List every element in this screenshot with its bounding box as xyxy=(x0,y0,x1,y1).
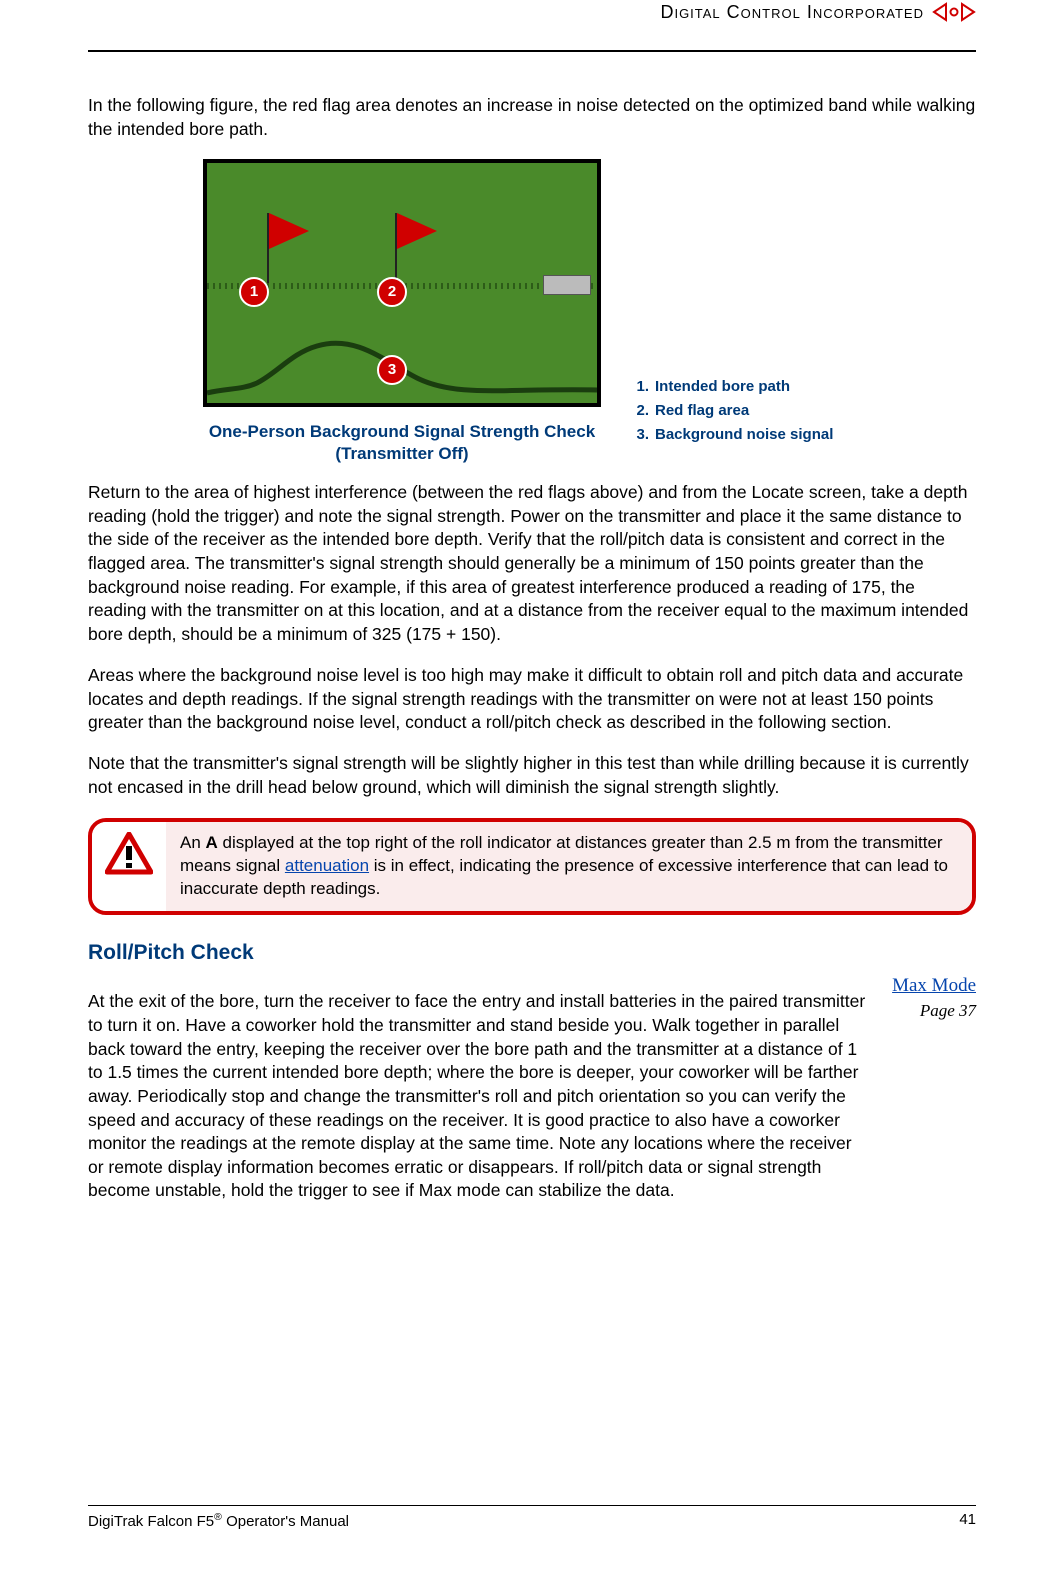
max-mode-link[interactable]: Max Mode xyxy=(892,975,976,996)
paragraph-rollpitch: At the exit of the bore, turn the receiv… xyxy=(88,990,868,1203)
footer-page-number: 41 xyxy=(959,1510,976,1532)
figure-signal-check: 1 2 3 xyxy=(203,159,601,407)
company-name: Digital Control Incorporated xyxy=(660,0,924,24)
warning-callout: An A displayed at the top right of the r… xyxy=(88,818,976,915)
callout-1: 1 xyxy=(239,277,269,307)
figure-caption: One-Person Background Signal Strength Ch… xyxy=(203,421,601,465)
paragraph-note: Note that the transmitter's signal stren… xyxy=(88,752,976,799)
warning-text: An A displayed at the top right of the r… xyxy=(166,822,972,911)
callout-3: 3 xyxy=(377,355,407,385)
page-ref: Page 37 xyxy=(920,1001,976,1020)
figure-legend: 1.Intended bore path 2.Red flag area 3.B… xyxy=(631,375,833,447)
paragraph-areas: Areas where the background noise level i… xyxy=(88,664,976,735)
callout-2: 2 xyxy=(377,277,407,307)
section-heading-rollpitch: Roll/Pitch Check xyxy=(88,939,976,967)
paragraph-return: Return to the area of highest interferen… xyxy=(88,481,976,646)
footer-manual-title: DigiTrak Falcon F5® Operator's Manual xyxy=(88,1510,349,1532)
attenuation-link[interactable]: attenuation xyxy=(285,856,369,875)
company-logo xyxy=(932,1,976,23)
warning-icon xyxy=(105,832,153,883)
intro-paragraph: In the following figure, the red flag ar… xyxy=(88,94,976,141)
